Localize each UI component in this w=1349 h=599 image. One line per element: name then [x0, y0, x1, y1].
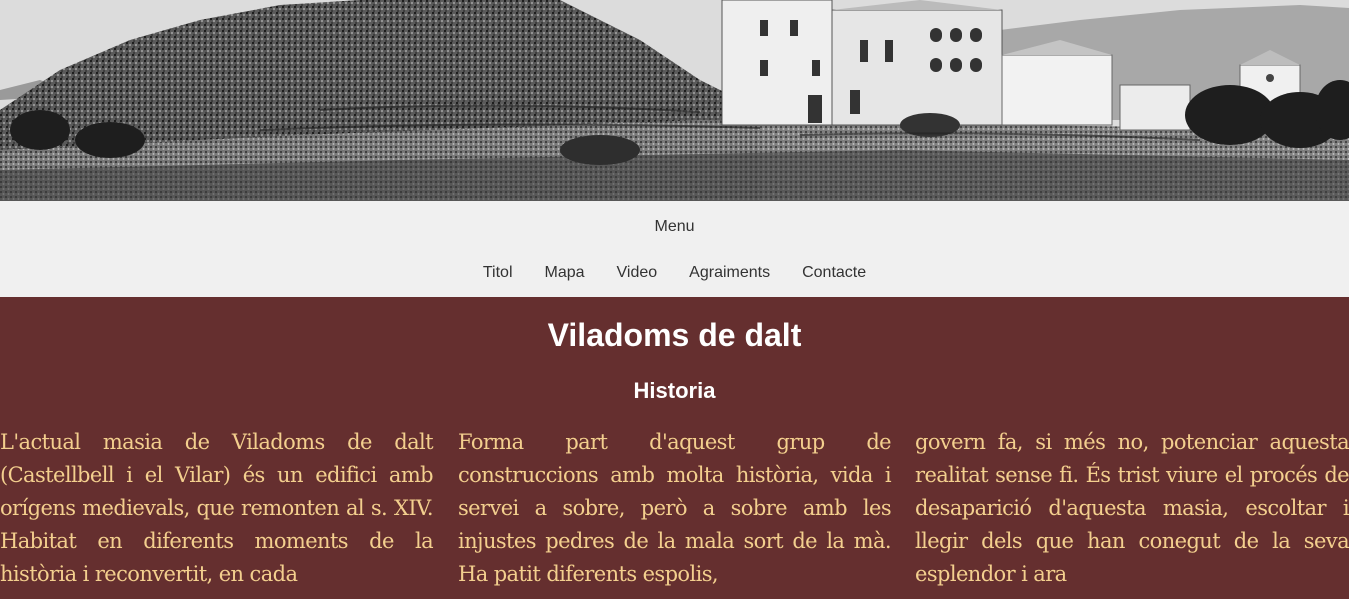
text-column-3: govern fa, si més no, potenciar aquesta …	[915, 430, 1349, 586]
page-title: Viladoms de dalt	[547, 317, 802, 353]
text-column-2: Forma part d'aquest grup de construccion…	[458, 430, 892, 586]
main-nav: Menu Titol Mapa Video Agraiments Contact…	[0, 201, 1349, 297]
menu-toggle-button[interactable]: Menu	[0, 218, 1349, 236]
main-content: Viladoms de dalt Historia L'actual masia…	[0, 297, 1349, 599]
text-column-1: L'actual masia de Viladoms de dalt (Cast…	[0, 430, 434, 586]
nav-link-contacte[interactable]: Contacte	[786, 264, 882, 282]
header-photo	[0, 0, 1349, 201]
landscape-photo-icon	[0, 0, 1349, 201]
section-subtitle: Historia	[633, 378, 716, 403]
nav-links: Titol Mapa Video Agraiments Contacte	[0, 264, 1349, 282]
nav-link-titol[interactable]: Titol	[467, 264, 529, 282]
nav-link-video[interactable]: Video	[601, 264, 674, 282]
nav-link-agraiments[interactable]: Agraiments	[673, 264, 786, 282]
nav-link-mapa[interactable]: Mapa	[529, 264, 601, 282]
